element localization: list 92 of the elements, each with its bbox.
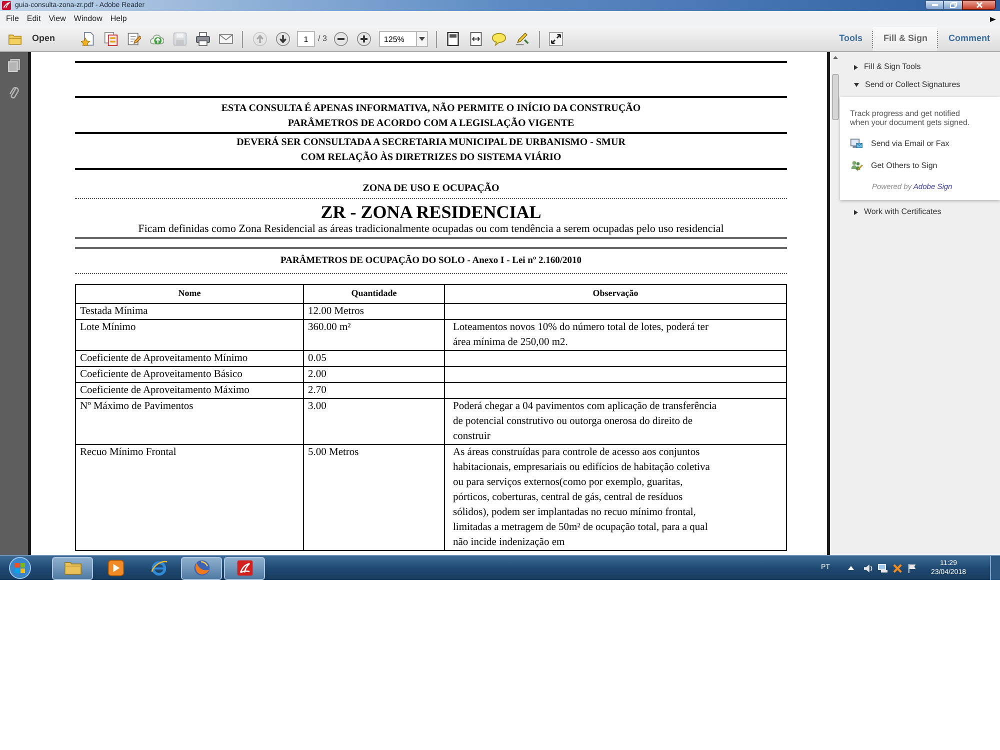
panel-section-header[interactable]: Send or Collect Signatures [840,76,1000,94]
table-cell: 5.00 Metros [304,444,444,550]
folder-icon [64,559,82,577]
menu-item[interactable]: Edit [22,11,45,27]
panel-action[interactable]: Send via Email or Fax [850,136,994,152]
page-star-icon [80,32,95,46]
table-cell: 3.00 [304,398,444,444]
menu-item[interactable]: Help [106,11,131,27]
minimize-icon [932,4,938,6]
open-button[interactable]: Open [4,29,60,49]
table-cell: Coeficiente de Aproveitamento Máximo [76,382,304,398]
table-cell: 2.70 [304,382,444,398]
restore-button[interactable] [944,0,962,10]
printer-icon [196,32,210,46]
pen-icon [515,32,530,46]
column-header: Nome [76,284,304,304]
column-header: Quantidade [304,284,444,304]
table-cell: 12.00 Metros [304,304,444,320]
pdf-app-icon [236,559,254,577]
zoom-dropdown-button[interactable] [416,31,428,47]
table-cell: 2.00 [304,366,444,382]
speaker-icon [864,564,873,572]
notice-text: ESTA CONSULTA É APENAS INFORMATIVA, NÃO PERMITE O INÍCIO DA CONSTRUÇÃO [220,101,642,116]
network-icon [878,564,888,572]
zoom-out-icon [334,32,348,46]
panel-action[interactable]: Get Others to Sign [850,158,994,174]
taskbar-app-button[interactable] [224,556,265,580]
scrollbar-thumb[interactable] [832,74,838,120]
show-desktop-button[interactable] [990,556,1000,580]
speech-bubble-icon [492,32,506,46]
page-thumbnails-button[interactable] [5,57,23,73]
close-icon [976,2,982,8]
x-mark-icon [892,564,902,572]
pane-tab[interactable]: Tools [829,27,872,51]
pane-tab[interactable]: Comment [938,27,1000,51]
table-cell: Poderá chegar a 04 pavimentos com aplicação de transferência de potencial construtivo ou outorga onerosa do direito de construir [444,398,786,444]
notice-text: COM RELAÇÃO ÀS DIRETRIZES DO SISTEMA VIÁRIO [300,150,562,165]
table-cell: Nº Máximo de Pavimentos [76,398,304,444]
globe-icon [192,559,210,577]
folder-icon [8,32,22,46]
scroll-up-icon [832,56,838,59]
pane-tab[interactable]: Fill & Sign [873,27,938,51]
table-cell: Lote Mínimo [76,320,304,350]
table-cell: Loteamentos novos 10% do número total de lotes, poderá ter área mínima de 250,00 m2. [444,320,786,350]
page-number-field[interactable]: 1 [297,31,316,47]
minimize-button[interactable] [925,0,944,10]
page-arrows-icon [469,32,484,46]
table-cell: As áreas construídas para controle de acesso aos conjuntos habitacionais, empresariais ou edifícios de habitação coletiva ou para serviços externos(como por exemplo, guaritas, pórticos, coberturas, central de gás, central de resíduos sólidos), podem ser implantadas no recuo mínimo frontal, limitadas a metragem de 50m² de ocupação total, para a qual não incide indenização em [444,444,786,550]
app-icon [2,1,11,10]
flag-icon [908,564,917,572]
page-count: / 3 [318,33,327,45]
zoom-in-icon [357,32,372,46]
notice-text: PARÂMETROS DE ACORDO COM A LEGISLAÇÃO VIGENTE [286,116,576,131]
arrow-icon [990,16,996,22]
page-outline-icon [446,32,460,46]
people-pen-icon [850,160,863,172]
play-icon [106,559,124,577]
e-letter-icon [150,559,168,577]
panel-section-header[interactable]: Work with Certificates [840,203,1000,221]
menu-item[interactable]: View [44,11,70,27]
card-description: Track progress and get notified when your document gets signed. [850,109,971,127]
table-cell: Coeficiente de Aproveitamento Básico [76,366,304,382]
arrow-up-circle-icon [252,32,267,46]
menu-item[interactable]: Window [70,11,106,27]
envelope-icon [218,32,233,46]
column-header: Observação [444,284,786,304]
notice-text: DEVERÁ SER CONSULTADA A SECRETARIA MUNICIPAL DE URBANISMO - SMUR [236,135,626,150]
start-orb-icon [9,557,31,579]
table-cell: 0.05 [304,350,444,366]
stacked-pages-icon [104,32,118,46]
chevron-up-icon [848,566,854,570]
zone-description: Ficam definidas como Zona Residencial as áreas tradicionalmente ocupadas ou com tendência a serem ocupadas pelo uso residencial [137,222,725,236]
paperclip-icon [9,86,19,100]
pages-icon [8,58,20,72]
table-cell: 360.00 m² [304,320,444,350]
zone-heading: ZONA DE USO E OCUPAÇÃO [362,182,500,196]
table-cell: Testada Mínima [76,304,304,320]
arrow-down-circle-icon [276,32,290,46]
menu-item[interactable]: File [2,11,23,27]
expand-arrows-icon [549,32,564,46]
panel-section-header[interactable]: Fill & Sign Tools [840,58,1000,76]
cloud-arrow-icon [150,32,164,46]
zoom-field[interactable]: 125% [378,31,417,47]
close-button[interactable] [962,0,996,10]
parameters-heading: PARÂMETROS DE OCUPAÇÃO DO SOLO - Anexo I - Lei nº 2.160/2010 [280,254,582,268]
zone-title: ZR - ZONA RESIDENCIAL [320,202,542,222]
monitor-envelope-icon [850,138,863,150]
restore-icon [950,2,956,8]
page-pencil-icon [126,32,141,46]
table-cell: Coeficiente de Aproveitamento Mínimo [76,350,304,366]
table-cell: Recuo Mínimo Frontal [76,444,304,550]
caret-icon [418,37,425,41]
